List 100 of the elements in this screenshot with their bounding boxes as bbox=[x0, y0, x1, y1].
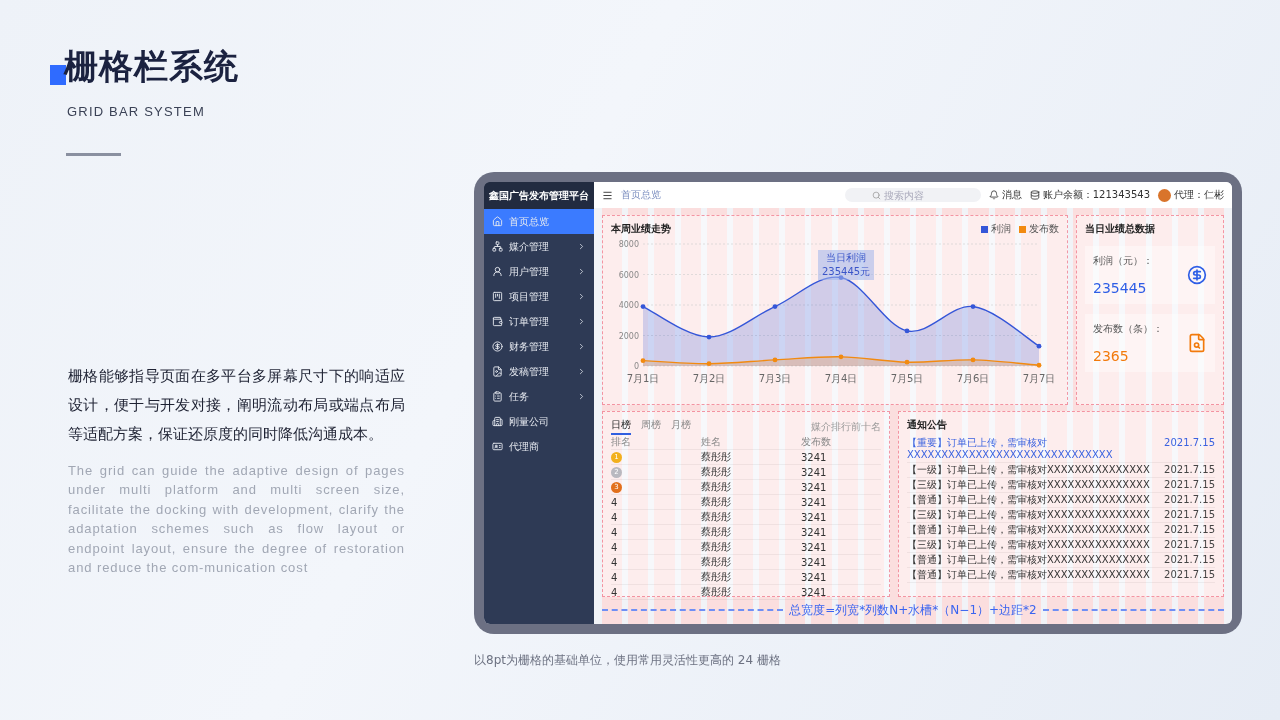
avatar[interactable] bbox=[1158, 188, 1171, 202]
menu-icon[interactable] bbox=[602, 189, 613, 201]
notice-date: 2021.7.15 bbox=[1164, 569, 1215, 581]
ranking-tab[interactable]: 月榜 bbox=[671, 418, 691, 435]
data-point bbox=[640, 304, 646, 309]
stat-label: 发布数（条）： bbox=[1093, 322, 1163, 336]
notice-row[interactable]: 【一级】订单已上传，需审核对XXXXXXXXXXXXXXX 2021.7.15 bbox=[907, 463, 1215, 478]
menu-item[interactable]: 用户管理 bbox=[484, 259, 594, 284]
notice-row[interactable]: 【普通】订单已上传，需审核对XXXXXXXXXXXXXXX 2021.7.15 bbox=[907, 523, 1215, 538]
notice-text: 【三级】订单已上传，需审核对XXXXXXXXXXXXXXX bbox=[907, 509, 1150, 521]
legend-label: 利润 bbox=[991, 222, 1011, 236]
notice-date: 2021.7.15 bbox=[1164, 479, 1215, 491]
notice-row[interactable]: 【重要】订单已上传，需审核对XXXXXXXXXXXXXXXXXXXXXXXXXXXXXX 2021.7.15 bbox=[907, 436, 1215, 463]
table-cell-text: 3241 bbox=[801, 541, 828, 553]
table-cell-text: 蔡彤彤 bbox=[701, 510, 732, 524]
notice-date: 2021.7.15 bbox=[1164, 437, 1215, 449]
notice-date: 2021.7.15 bbox=[1164, 524, 1215, 536]
menu-item[interactable]: 项目管理 bbox=[484, 284, 594, 309]
notice-date: 2021.7.15 bbox=[1164, 494, 1215, 506]
table-cell-text: 3241 bbox=[801, 556, 828, 568]
table-cell-text: 4 bbox=[611, 541, 619, 553]
menu-item[interactable]: 财务管理 bbox=[484, 334, 594, 359]
table-cell-text: 蔡彤彤 bbox=[701, 585, 732, 599]
table-cell-text: 蔡彤彤 bbox=[701, 495, 732, 509]
table-cell-text: 4 bbox=[611, 556, 619, 568]
menu-item[interactable]: 订单管理 bbox=[484, 309, 594, 334]
notice-text: 【普通】订单已上传，需审核对XXXXXXXXXXXXXXX bbox=[907, 524, 1150, 536]
search-box[interactable]: 搜索内容 bbox=[844, 188, 981, 202]
notice-text: 【重要】订单已上传，需审核对XXXXXXXXXXXXXXXXXXXXXXXXXXXXXX bbox=[907, 437, 1114, 461]
bell-icon[interactable] bbox=[988, 190, 999, 200]
data-point bbox=[1036, 343, 1042, 349]
axis-tick-label: 4000 bbox=[618, 301, 639, 310]
table-cell-text: 3241 bbox=[801, 481, 828, 493]
notice-row[interactable]: 【三级】订单已上传，需审核对XXXXXXXXXXXXXXX 2021.7.15 bbox=[907, 538, 1215, 553]
menu-item[interactable]: 任务 bbox=[484, 384, 594, 409]
table-cell-text: 蔡彤彤 bbox=[701, 450, 732, 464]
ranking-tab[interactable]: 日榜 bbox=[611, 418, 631, 435]
table-cell-text: 4 bbox=[611, 526, 619, 538]
notice-row[interactable]: 【三级】订单已上传，需审核对XXXXXXXXXXXXXXX 2021.7.15 bbox=[907, 508, 1215, 523]
menu-item[interactable]: 发稿管理 bbox=[484, 359, 594, 384]
balance-text: 账户余额：121343543 bbox=[1042, 188, 1150, 202]
search-field[interactable]: 搜索内容 bbox=[883, 189, 954, 201]
database-icon bbox=[1029, 190, 1040, 200]
stat-value: 235445 bbox=[1093, 280, 1148, 296]
menu-icon bbox=[492, 341, 503, 352]
description-text: 栅格能够指导页面在多平台多屏幕尺寸下的响适应设计，便于与开发对接，阐明流动布局或端点布局等适配方案，保证还原度的同时降低沟通成本。 bbox=[68, 366, 405, 445]
axis-tick-label: 6000 bbox=[618, 270, 639, 280]
ranking-note: 媒介排行前十名 bbox=[811, 419, 881, 434]
menu-icon bbox=[492, 416, 503, 427]
notice-text: 【三级】订单已上传，需审核对XXXXXXXXXXXXXXX bbox=[907, 539, 1150, 551]
card-title: 当日业绩总数据 bbox=[1085, 222, 1156, 236]
data-point bbox=[970, 304, 976, 309]
notice-text: 【普通】订单已上传，需审核对XXXXXXXXXXXXXXX bbox=[907, 494, 1150, 506]
document-search-icon bbox=[1187, 333, 1207, 353]
messages-label[interactable]: 消息 bbox=[1001, 188, 1022, 202]
column-header: 排名 bbox=[611, 435, 632, 449]
table-cell-text: 4 bbox=[611, 571, 619, 583]
table-cell-text: 蔡彤彤 bbox=[701, 555, 732, 569]
card-title: 本周业绩走势 bbox=[611, 222, 672, 236]
menu-icon bbox=[492, 441, 503, 452]
menu-icon bbox=[492, 316, 503, 327]
notice-row[interactable]: 【普通】订单已上传，需审核对XXXXXXXXXXXXXXX 2021.7.15 bbox=[907, 568, 1215, 583]
axis-tick-label: 7月1日 bbox=[626, 373, 660, 384]
menu-icon bbox=[492, 366, 503, 377]
page-title: 栅格栏系统 bbox=[64, 45, 239, 88]
data-point bbox=[970, 357, 976, 363]
axis-tick-label: 7月6日 bbox=[956, 373, 990, 384]
notice-date: 2021.7.15 bbox=[1164, 539, 1215, 551]
data-point bbox=[838, 354, 844, 360]
user-name[interactable]: 代理：仁彬 bbox=[1174, 188, 1224, 202]
menu-icon bbox=[492, 216, 503, 227]
ranking-tab[interactable]: 周榜 bbox=[641, 418, 661, 435]
table-cell-text: 蔡彤彤 bbox=[701, 465, 732, 479]
data-point bbox=[838, 275, 844, 280]
menu-item[interactable]: 媒介管理 bbox=[484, 234, 594, 259]
table-cell-text: 蔡彤彤 bbox=[701, 525, 732, 539]
data-point bbox=[772, 357, 778, 363]
table-cell-text: 3241 bbox=[801, 571, 828, 583]
description-text: The grid can guide the adaptive design of pages under multi platform and multi screen size, facilitate the docking with development, clarify the adaptation schemes such as flow layout or endpoint layout, ensure the degree of restoration and reduce the com-munication cost bbox=[68, 462, 405, 578]
table-cell-text: 4 bbox=[611, 496, 619, 508]
app-title: 鑫国广告发布管理平台 bbox=[484, 182, 594, 209]
notice-date: 2021.7.15 bbox=[1164, 554, 1215, 566]
axis-tick-label: 7月7日 bbox=[1022, 373, 1056, 384]
notice-row[interactable]: 【普通】订单已上传，需审核对XXXXXXXXXXXXXXX 2021.7.15 bbox=[907, 493, 1215, 508]
table-cell-text: 4 bbox=[611, 586, 619, 598]
data-point bbox=[640, 358, 646, 364]
column-header: 姓名 bbox=[701, 435, 722, 449]
notice-date: 2021.7.15 bbox=[1164, 464, 1215, 476]
table-cell-text: 4 bbox=[611, 511, 619, 523]
menu-item[interactable]: 刚量公司 bbox=[484, 409, 594, 434]
table-cell-text: 蔡彤彤 bbox=[701, 570, 732, 584]
table-cell-text: 3241 bbox=[801, 586, 828, 598]
axis-tick-label: 7月5日 bbox=[890, 373, 924, 384]
notice-text: 【普通】订单已上传，需审核对XXXXXXXXXXXXXXX bbox=[907, 569, 1150, 581]
data-point bbox=[904, 328, 910, 334]
data-point bbox=[706, 361, 712, 367]
menu-item[interactable]: 代理商 bbox=[484, 434, 594, 459]
notice-row[interactable]: 【三级】订单已上传，需审核对XXXXXXXXXXXXXXX 2021.7.15 bbox=[907, 478, 1215, 493]
table-cell-text: 蔡彤彤 bbox=[701, 540, 732, 554]
notice-row[interactable]: 【普通】订单已上传，需审核对XXXXXXXXXXXXXXX 2021.7.15 bbox=[907, 553, 1215, 568]
